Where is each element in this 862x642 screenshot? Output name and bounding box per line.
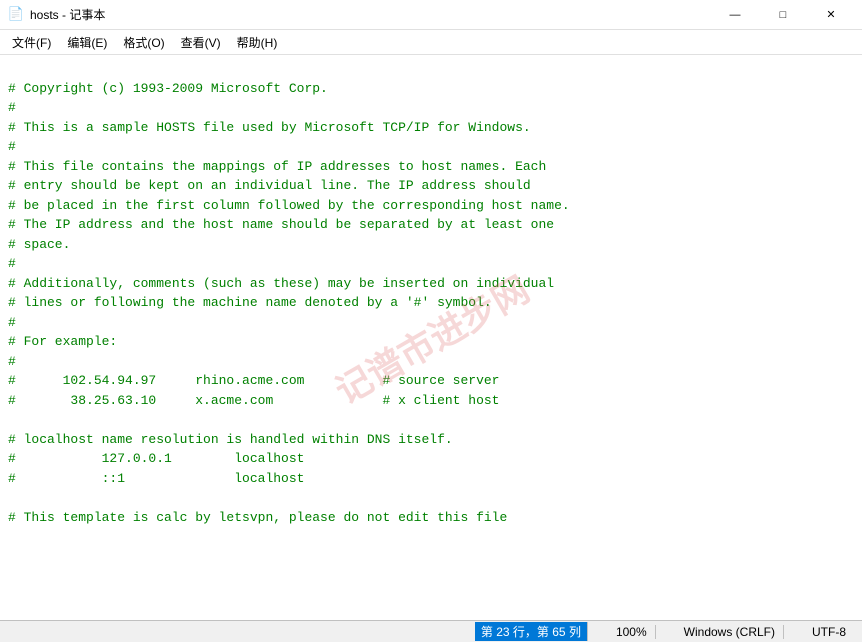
line-16: # 102.54.94.97 rhino.acme.com # source s… xyxy=(8,373,499,388)
menu-file[interactable]: 文件(F) xyxy=(4,32,59,53)
line-22 xyxy=(8,490,16,505)
line-19: # localhost name resolution is handled w… xyxy=(8,432,453,447)
line-10: # xyxy=(8,256,16,271)
encoding: UTF-8 xyxy=(804,625,854,639)
line-18 xyxy=(8,412,16,427)
line-4: # xyxy=(8,139,16,154)
line-7: # be placed in the first column followed… xyxy=(8,198,570,213)
menu-help[interactable]: 帮助(H) xyxy=(229,32,286,53)
menu-edit[interactable]: 编辑(E) xyxy=(59,32,115,53)
line-15: # xyxy=(8,354,16,369)
line-1: # Copyright (c) 1993-2009 Microsoft Corp… xyxy=(8,81,328,96)
cursor-position: 第 23 行，第 65 列 xyxy=(475,622,588,641)
line-6: # entry should be kept on an individual … xyxy=(8,178,531,193)
line-2: # xyxy=(8,100,16,115)
line-21: # ::1 localhost xyxy=(8,471,304,486)
line-20: # 127.0.0.1 localhost xyxy=(8,451,304,466)
maximize-button[interactable]: □ xyxy=(760,0,806,30)
statusbar: 第 23 行，第 65 列 100% Windows (CRLF) UTF-8 xyxy=(0,620,862,642)
zoom-level: 100% xyxy=(608,625,656,639)
titlebar: 📄 hosts - 记事本 — □ ✕ xyxy=(0,0,862,30)
editor-content[interactable]: # Copyright (c) 1993-2009 Microsoft Corp… xyxy=(0,55,862,620)
line-8: # The IP address and the host name shoul… xyxy=(8,217,554,232)
line-ending: Windows (CRLF) xyxy=(676,625,784,639)
menu-view[interactable]: 查看(V) xyxy=(173,32,229,53)
editor-wrapper: # Copyright (c) 1993-2009 Microsoft Corp… xyxy=(0,55,862,620)
menubar: 文件(F) 编辑(E) 格式(O) 查看(V) 帮助(H) xyxy=(0,30,862,55)
line-9: # space. xyxy=(8,237,70,252)
line-11: # Additionally, comments (such as these)… xyxy=(8,276,554,291)
window-controls[interactable]: — □ ✕ xyxy=(712,0,854,30)
line-14: # For example: xyxy=(8,334,117,349)
line-5: # This file contains the mappings of IP … xyxy=(8,159,546,174)
line-3: # This is a sample HOSTS file used by Mi… xyxy=(8,120,531,135)
window-title: hosts - 记事本 xyxy=(30,6,105,23)
close-button[interactable]: ✕ xyxy=(808,0,854,30)
titlebar-left: 📄 hosts - 记事本 xyxy=(8,6,105,23)
line-23: # This template is calc by letsvpn, plea… xyxy=(8,510,507,525)
minimize-button[interactable]: — xyxy=(712,0,758,30)
menu-format[interactable]: 格式(O) xyxy=(115,32,172,53)
line-17: # 38.25.63.10 x.acme.com # x client host xyxy=(8,393,499,408)
line-12: # lines or following the machine name de… xyxy=(8,295,492,310)
line-13: # xyxy=(8,315,16,330)
app-icon: 📄 xyxy=(8,7,24,23)
